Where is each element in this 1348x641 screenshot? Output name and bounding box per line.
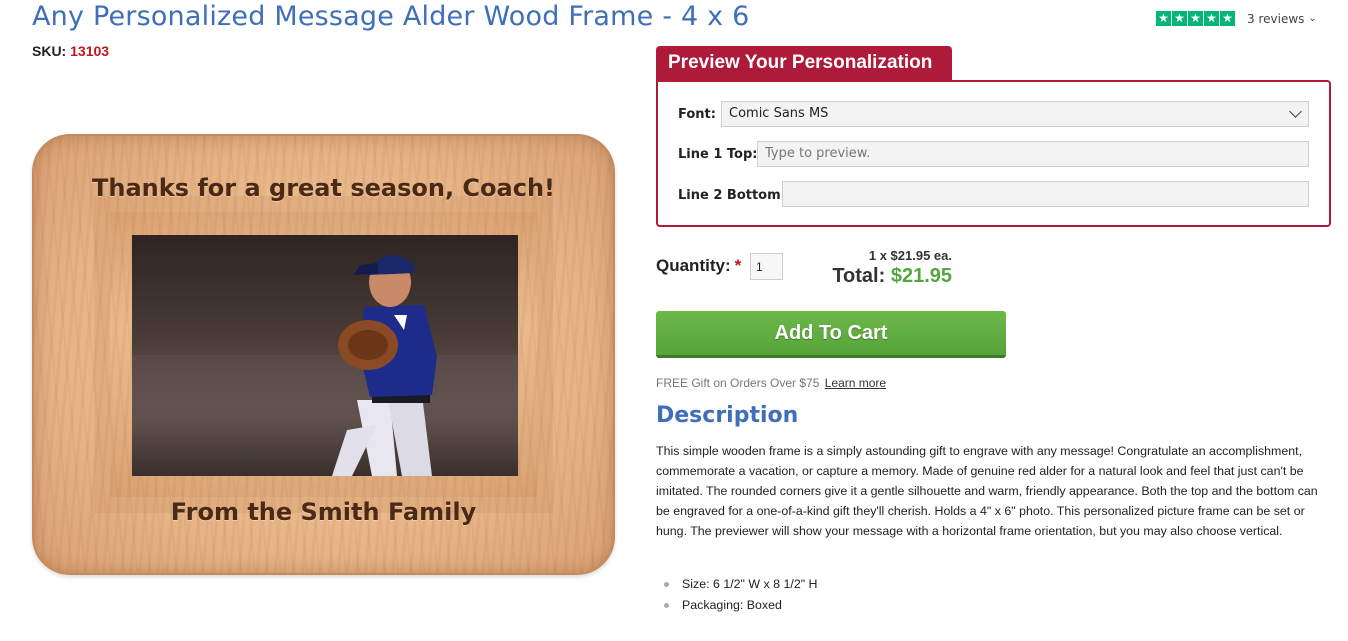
baseball-player-photo [132,235,518,476]
sku-label: SKU: [32,43,67,59]
font-select-value: Comic Sans MS [729,106,829,121]
top-engraving: Thanks for a great season, Coach! [92,174,555,202]
quantity-label: Quantity: * [656,256,741,276]
learn-more-link[interactable]: Learn more [825,376,886,390]
required-mark: * [734,256,742,275]
free-gift-notice: FREE Gift on Orders Over $75 Learn more [656,376,886,390]
star-icon: ★ [1188,11,1203,26]
star-icon: ★ [1172,11,1187,26]
reviews-link[interactable]: 3 reviews [1247,12,1304,26]
star-icon: ★ [1204,11,1219,26]
description-body: This simple wooden frame is a simply ast… [656,444,1318,538]
line2-input[interactable] [782,181,1309,207]
preview-heading: Preview Your Personalization [656,46,952,81]
chevron-down-icon [1289,105,1302,118]
spec-list: Size: 6 1/2" W x 8 1/2" H Packaging: Box… [664,574,818,616]
line1-input[interactable]: Type to preview. [757,141,1309,167]
frame-photo [132,235,518,476]
add-to-cart-button[interactable]: Add To Cart [656,311,1006,358]
line2-label: Line 2 Bottom: [678,188,786,203]
personalization-form: Font: Comic Sans MS Line 1 Top: Type to … [656,80,1331,227]
spec-size: Size: 6 1/2" W x 8 1/2" H [664,574,818,595]
sku: SKU: 13103 [32,43,109,59]
bottom-engraving: From the Smith Family [170,498,477,526]
total-label: Total: [832,265,886,287]
font-label: Font: [678,107,716,122]
star-rating: ★ ★ ★ ★ ★ [1156,11,1235,26]
star-icon: ★ [1220,11,1235,26]
star-icon: ★ [1156,11,1171,26]
product-image: Thanks for a great season, Coach! From t… [32,134,615,575]
quantity-input[interactable]: 1 [750,253,783,280]
line1-label: Line 1 Top: [678,147,758,162]
line1-placeholder: Type to preview. [765,146,871,161]
rating-widget[interactable]: ★ ★ ★ ★ ★ 3 reviews ⌄ [1156,11,1317,26]
spec-packaging: Packaging: Boxed [664,595,818,616]
description-heading: Description [656,403,799,428]
unit-price: 1 x $21.95 ea. [868,248,952,263]
gift-text: FREE Gift on Orders Over $75 [656,376,820,390]
quantity-label-text: Quantity: [656,256,731,275]
font-select[interactable]: Comic Sans MS [721,101,1309,127]
total-value: $21.95 [890,265,952,287]
sku-value: 13103 [70,43,110,59]
chevron-down-icon[interactable]: ⌄ [1308,13,1316,24]
order-total: Total: $21.95 [780,265,952,288]
product-title: Any Personalized Message Alder Wood Fram… [32,1,750,32]
